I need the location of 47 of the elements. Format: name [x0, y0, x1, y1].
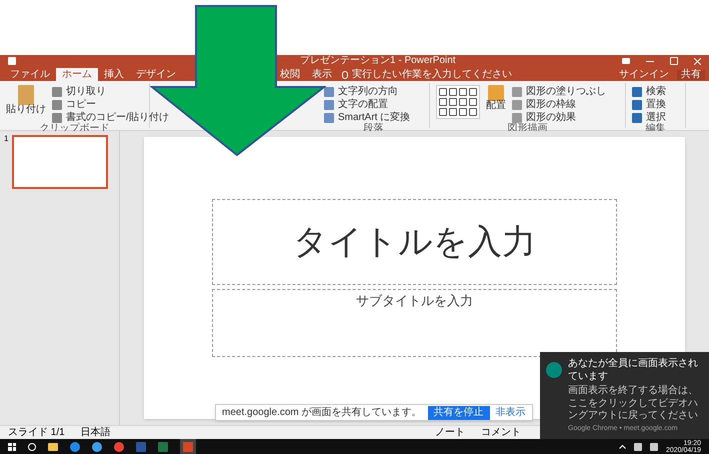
stop-sharing-button[interactable]: 共有を停止	[428, 406, 490, 420]
maximize-icon	[670, 57, 678, 65]
ribbon-command[interactable]: コピー	[66, 100, 96, 110]
tell-me-field[interactable]: 実行したい作業を入力してください	[352, 70, 512, 80]
ribbon-command[interactable]: 文字列の方向	[338, 86, 398, 96]
ribbon-tab[interactable]: 挿入	[98, 68, 130, 81]
restore-icon	[622, 58, 630, 64]
subtitle-placeholder-text: サブタイトルを入力	[356, 294, 473, 310]
shapes-gallery[interactable]	[436, 85, 480, 119]
ribbon-tab[interactable]: 校閲	[274, 68, 306, 81]
ribbon-tab[interactable]: デザイン	[130, 68, 182, 81]
share-message: meet.google.com が画面を共有しています。	[222, 408, 422, 418]
title-placeholder-text: タイトルを入力	[293, 225, 536, 259]
ribbon-command[interactable]: 文字の配置	[338, 100, 388, 110]
share-button[interactable]: 共有	[677, 70, 705, 80]
window-title: プレゼンテーション1 - PowerPoint	[300, 56, 456, 66]
search-icon[interactable]	[28, 442, 36, 450]
minimize-icon	[646, 60, 654, 62]
slide-number: 1	[4, 135, 8, 145]
language-label: 日本語	[80, 428, 111, 438]
ribbon-tab[interactable]: ファイル	[4, 68, 56, 81]
start-icon[interactable]	[8, 442, 16, 450]
ribbon-command[interactable]: 選択	[646, 112, 666, 122]
ribbon-command[interactable]: 切り取り	[66, 86, 106, 96]
ribbon-command[interactable]: SmartArt に変換	[338, 112, 410, 122]
paste-button[interactable]: 貼り付け	[6, 105, 46, 115]
chat-icon-background	[546, 362, 562, 378]
toast-body: 画面表示を終了する場合は、ここをクリックしてビデオハングアウトに戻ってください	[568, 385, 699, 422]
ribbon-command[interactable]: 置換	[646, 100, 666, 110]
toast-title: あなたが全員に画面表示されています	[568, 358, 699, 383]
ribbon-tab[interactable]: 表示	[306, 68, 338, 81]
ribbon-command[interactable]: 図形の効果	[526, 112, 576, 122]
slide-count: スライド 1/1	[8, 428, 65, 438]
arrange-button[interactable]: 配置	[486, 101, 506, 111]
sign-in-link[interactable]: サインイン	[619, 70, 669, 80]
slide-thumbnail[interactable]	[12, 135, 108, 189]
title-placeholder[interactable]: タイトルを入力	[212, 199, 617, 285]
comments-button[interactable]: コメント	[481, 428, 521, 438]
hide-button[interactable]: 非表示	[496, 408, 526, 418]
ribbon-command[interactable]: 書式のコピー/貼り付け	[66, 112, 169, 122]
notes-button[interactable]: ノート	[435, 428, 465, 438]
ribbon-tab[interactable]: ホーム	[56, 68, 98, 81]
ribbon-command[interactable]: 図形の枠線	[526, 100, 576, 110]
chevron-up-icon[interactable]	[618, 444, 626, 448]
ribbon-command[interactable]: 図形の塗りつぶし	[526, 86, 606, 96]
ribbon-command[interactable]: 検索	[646, 86, 666, 96]
close-icon[interactable]	[694, 58, 701, 64]
